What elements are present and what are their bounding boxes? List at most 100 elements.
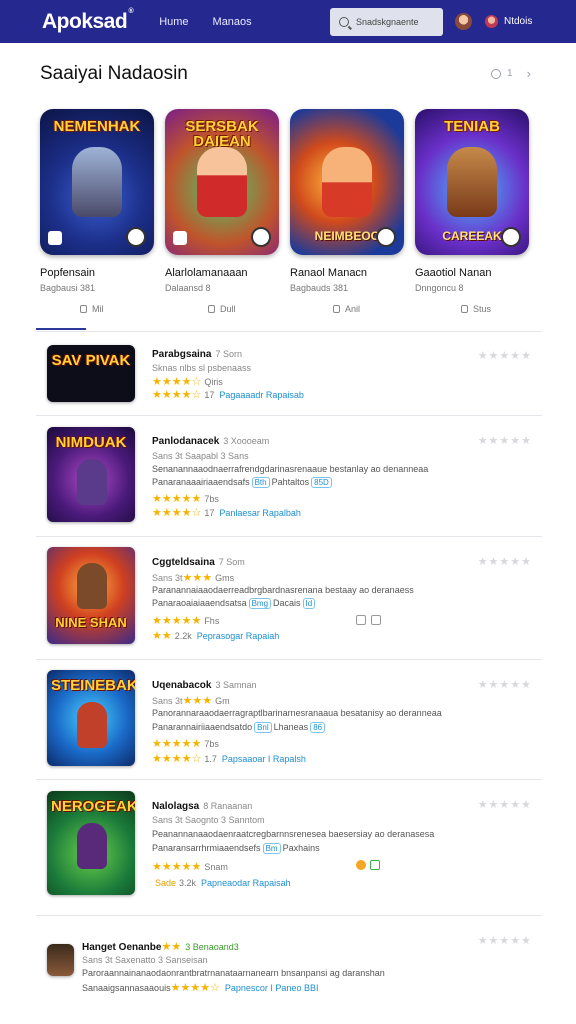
game-description: Panorannaraaodaerragraptlbarinarnesranaa… <box>152 708 442 718</box>
game-title: Panlodanacek 3 Xoooeam <box>152 436 270 447</box>
tag-chip: Bmg <box>248 598 272 609</box>
rating-badge-icon <box>126 227 146 247</box>
tab-icon <box>333 305 340 313</box>
tab-dull[interactable]: Dull <box>208 304 236 314</box>
avatar[interactable] <box>455 13 472 30</box>
game-thumbnail[interactable]: SAV PIVAK <box>47 345 135 402</box>
featured-title[interactable]: Alarlolamanaaan <box>165 267 279 279</box>
device-icon <box>356 615 366 625</box>
star-rating-icon[interactable]: ★★★★★ <box>478 434 532 447</box>
art-title: CAREEAK <box>442 229 502 243</box>
rating-row: ★★★★☆ 17 Panlaesar Rapalbah <box>152 507 301 519</box>
publisher-link[interactable]: Panlaesar Rapalbah <box>219 508 301 518</box>
game-title: Uqenabacok 3 Samnan <box>152 680 257 691</box>
game-title: Parabgsaina 7 Sorn <box>152 349 243 360</box>
featured-title[interactable]: Gaaotiol Nanan <box>415 267 529 279</box>
page-title: Saaiyai Nadaosin <box>40 63 188 84</box>
rating-row: ★★★★★ Snam <box>152 861 228 873</box>
featured-card[interactable]: TENIAB CAREEAK Gaaotiol Nanan Dnngoncu 8 <box>415 109 529 293</box>
rating-row: ★★★★☆ Qiris <box>152 376 223 388</box>
lock-icon <box>370 860 380 870</box>
list-item[interactable]: STEINEBAK Uqenabacok 3 Samnan Sans 3t★★★ G… <box>36 660 542 780</box>
featured-art[interactable]: NEMENHAK <box>40 109 154 255</box>
rating-row: ★★★★★ 7bs <box>152 738 219 750</box>
game-thumbnail[interactable]: NIMDUAK <box>47 427 135 522</box>
list-item[interactable]: NINE SHAN Cggteldsaina 7 Som Sans 3t★★★ Gm… <box>36 537 542 660</box>
game-description-tags: Panaransarrhrmiaaendsefs Bm Paxhains <box>152 843 320 854</box>
star-rating-icon[interactable]: ★★★★★ <box>478 555 532 568</box>
chevron-right-icon[interactable]: › <box>527 66 531 81</box>
coin-icon <box>356 860 366 870</box>
star-rating-icon: ★★★★★ <box>152 493 202 505</box>
featured-art[interactable]: TENIAB CAREEAK <box>415 109 529 255</box>
pager-count: 1 <box>507 68 513 79</box>
publisher-link[interactable]: Papneaodar Rapaisah <box>201 878 291 888</box>
star-rating-icon[interactable]: ★★★★★ <box>478 678 532 691</box>
game-meta-line: Sans 3t★★★ Gm <box>152 695 230 707</box>
rating-row: ★★★★☆ 1.7 Papsaaoar I Rapalsh <box>152 753 306 765</box>
list-item[interactable]: Hanget Oenanbe★★ 3 Benaoand3 Sans 3t Saxe… <box>36 916 542 1006</box>
rating-row: ★★ 2.2k Peprasogar Rapaiah <box>152 630 280 642</box>
game-meta-line: Sans 3t Saapabl 3 Sans <box>152 451 249 461</box>
star-rating-icon: ★★★★☆ <box>152 507 202 519</box>
rating-badge-icon <box>376 227 396 247</box>
star-rating-icon: ★★★★★ <box>152 615 202 627</box>
search-icon <box>339 17 349 27</box>
publisher-link[interactable]: Papsaaoar I Rapalsh <box>222 754 306 764</box>
game-thumbnail[interactable]: NINE SHAN <box>47 547 135 644</box>
tag-chip: 85D <box>311 477 332 488</box>
featured-title[interactable]: Popfensain <box>40 267 154 279</box>
tab-anil[interactable]: Anil <box>333 304 360 314</box>
star-rating-icon[interactable]: ★★★★★ <box>478 349 532 362</box>
pager-dot-icon[interactable] <box>491 68 501 79</box>
star-rating-icon[interactable]: ★★★★★ <box>478 798 532 811</box>
rating-badge-icon <box>501 227 521 247</box>
star-rating-icon: ★★★★★ <box>152 738 202 750</box>
character-figure <box>447 147 497 217</box>
tag-chip: 86 <box>310 722 326 733</box>
list-item[interactable]: SAV PIVAK Parabgsaina 7 Sorn Sknas nlbs s… <box>36 333 542 416</box>
publisher-link[interactable]: Papnescor I Paneo BBI <box>225 983 319 993</box>
tag-chip: Bm <box>262 843 281 854</box>
game-thumbnail[interactable]: NEROGEAK <box>47 791 135 895</box>
list-item[interactable]: NIMDUAK Panlodanacek 3 Xoooeam Sans 3t Sa… <box>36 416 542 537</box>
game-thumbnail[interactable] <box>47 944 74 976</box>
nav-item-manaos[interactable]: Manaos <box>213 16 252 28</box>
game-meta-line: Sknas nlbs sl psbenaass <box>152 363 252 373</box>
game-description: Peanannanaaodaenraatcregbarnnsrenesea ba… <box>152 829 435 839</box>
star-rating-icon: ★★ <box>161 941 182 953</box>
tab-stus[interactable]: Stus <box>461 304 491 314</box>
featured-card[interactable]: NEIMBEOC Ranaol Manacn Bagbauds 381 <box>290 109 404 293</box>
game-thumbnail[interactable]: STEINEBAK <box>47 670 135 766</box>
publisher-link[interactable]: Peprasogar Rapaiah <box>197 631 280 641</box>
tab-mil[interactable]: Mil <box>36 304 104 330</box>
featured-card[interactable]: NEMENHAK Popfensain Bagbausi 381 <box>40 109 154 293</box>
publisher-link[interactable]: Pagaaaadr Rapaisab <box>219 390 304 400</box>
featured-art[interactable]: SERSBAK DAIEAN <box>165 109 279 255</box>
nav-item-home[interactable]: Hume <box>159 16 188 28</box>
featured-card[interactable]: SERSBAK DAIEAN Alarlolamanaaan Dalaansd … <box>165 109 279 293</box>
star-rating-icon: ★★ <box>152 630 172 642</box>
user-name[interactable]: Ntdois <box>504 16 532 27</box>
featured-subtitle: Bagbausi 381 <box>40 283 96 293</box>
game-description-tags: Panarannairiiaaendsatdo Bnl Lhaneas 86 <box>152 722 327 733</box>
featured-subtitle: Dnngoncu 8 <box>415 283 464 293</box>
featured-title[interactable]: Ranaol Manacn <box>290 267 404 279</box>
character-figure <box>322 147 372 217</box>
character-figure <box>72 147 122 217</box>
search-input[interactable]: Snadskgnaente <box>330 8 443 36</box>
star-rating-icon[interactable]: ★★★★★ <box>478 934 532 947</box>
featured-subtitle: Bagbauds 381 <box>290 283 349 293</box>
user-avatar[interactable] <box>485 15 498 28</box>
device-icon <box>371 615 381 625</box>
star-rating-icon: ★★★★☆ <box>152 376 202 388</box>
app-logo[interactable]: Apoksad ® <box>42 8 134 34</box>
game-description: Paranannaiaaodaerreadbrgbardnasrenana be… <box>152 585 414 595</box>
list-item[interactable]: NEROGEAK Nalolagsa 8 Ranaanan Sans 3t Sao… <box>36 780 542 916</box>
art-title: TENIAB <box>444 118 500 135</box>
main-nav: Hume Manaos <box>159 16 251 28</box>
featured-art[interactable]: NEIMBEOC <box>290 109 404 255</box>
game-title: Hanget Oenanbe★★ 3 Benaoand3 <box>82 941 239 953</box>
rating-row: ★★★★★ 7bs <box>152 493 219 505</box>
tab-icon <box>461 305 468 313</box>
